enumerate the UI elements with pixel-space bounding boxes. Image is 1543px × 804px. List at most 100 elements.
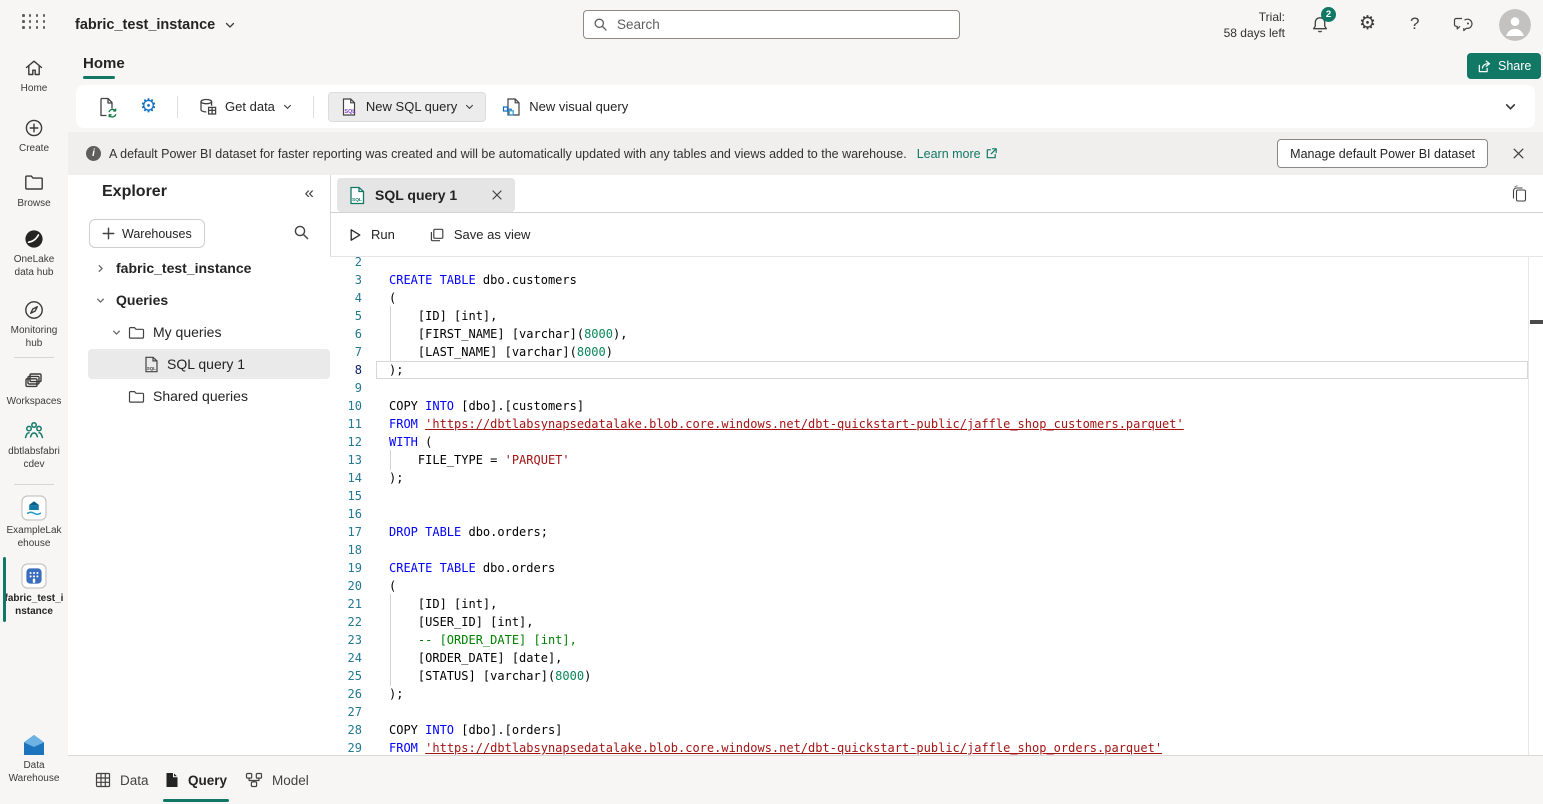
code-line-12[interactable]: 12WITH (	[330, 433, 1543, 451]
chevron-down-icon[interactable]	[92, 295, 108, 306]
code-line-3[interactable]: 3CREATE TABLE dbo.customers	[330, 271, 1543, 289]
query-tab-sql-query-1[interactable]: SQL SQL query 1	[337, 178, 515, 212]
line-number: 2	[330, 257, 375, 269]
code-line-23[interactable]: 23 -- [ORDER_DATE] [int],	[330, 631, 1543, 649]
rail-item-browse[interactable]: Browse	[0, 172, 68, 210]
trial-status[interactable]: Trial: 58 days left	[1195, 9, 1285, 41]
manage-default-dataset-button[interactable]: Manage default Power BI dataset	[1277, 139, 1488, 168]
collapse-panel-icon[interactable]: «	[305, 183, 314, 203]
tree-item-my-queries[interactable]: My queries	[88, 317, 330, 347]
chevron-down-icon[interactable]	[108, 327, 124, 338]
sql-document-icon: SQL	[339, 97, 359, 117]
settings-button[interactable]: ⚙	[134, 93, 163, 120]
code-line-15[interactable]: 15	[330, 487, 1543, 505]
save-as-view-button[interactable]: Save as view	[429, 227, 531, 243]
code-line-13[interactable]: 13 FILE_TYPE = 'PARQUET'	[330, 451, 1543, 469]
query-tab-row: SQL SQL query 1	[330, 175, 1543, 213]
new-sql-query-button[interactable]: SQL New SQL query	[328, 92, 486, 122]
rail-item-workspaces[interactable]: Workspaces	[0, 370, 68, 408]
code-line-11[interactable]: 11FROM 'https://dbtlabsynapsedatalake.bl…	[330, 415, 1543, 433]
code-line-25[interactable]: 25 [STATUS] [varchar](8000)	[330, 667, 1543, 685]
code-line-14[interactable]: 14);	[330, 469, 1543, 487]
line-number: 27	[330, 705, 375, 719]
code-line-21[interactable]: 21 [ID] [int],	[330, 595, 1543, 613]
rail-item-fabric-test-instance[interactable]: fabric_test_instance	[0, 563, 68, 618]
code-line-16[interactable]: 16	[330, 505, 1543, 523]
tree-item-sql-query-1[interactable]: SQLSQL query 1	[88, 349, 330, 379]
line-number: 22	[330, 615, 375, 629]
search-input[interactable]	[615, 16, 950, 33]
feedback-icon[interactable]	[1453, 16, 1475, 34]
code-line-20[interactable]: 20(	[330, 577, 1543, 595]
trial-label: Trial:	[1195, 9, 1285, 25]
code-line-10[interactable]: 10COPY INTO [dbo].[customers]	[330, 397, 1543, 415]
database-icon	[198, 97, 218, 117]
workspace-switcher[interactable]: fabric_test_instance	[75, 0, 236, 50]
code-line-2[interactable]: 2	[330, 257, 1543, 271]
line-number: 28	[330, 723, 375, 737]
run-button[interactable]: Run	[348, 227, 395, 242]
line-number: 12	[330, 435, 375, 449]
overview-ruler-cursor-mark	[1530, 320, 1543, 324]
collapse-ribbon-chevron[interactable]	[1504, 100, 1517, 113]
line-number: 4	[330, 291, 375, 305]
code-line-8[interactable]: 8);	[330, 361, 1543, 379]
banner-message: A default Power BI dataset for faster re…	[109, 147, 907, 161]
copy-icon[interactable]	[1510, 185, 1528, 203]
new-warehouse-button[interactable]: Warehouses	[89, 219, 205, 248]
account-avatar[interactable]	[1499, 9, 1531, 41]
new-item-button[interactable]	[90, 92, 124, 122]
chevron-down-icon	[464, 101, 475, 112]
rail-item-create[interactable]: Create	[0, 117, 68, 155]
line-number: 3	[330, 273, 375, 287]
banner-close-icon[interactable]	[1508, 143, 1529, 164]
code-line-4[interactable]: 4(	[330, 289, 1543, 307]
line-number: 24	[330, 651, 375, 665]
code-line-28[interactable]: 28COPY INTO [dbo].[orders]	[330, 721, 1543, 739]
explorer-search-icon[interactable]	[293, 224, 310, 241]
ribbon-tab-home[interactable]: Home	[83, 55, 125, 72]
toolbar-separator	[177, 96, 178, 118]
rail-item-onelake-data-hub[interactable]: OneLakedata hub	[0, 228, 68, 279]
editor-scrollbar[interactable]	[1528, 257, 1529, 755]
help-button[interactable]: ?	[1410, 14, 1419, 34]
tree-item-fabric-test-instance[interactable]: fabric_test_instance	[88, 253, 330, 283]
view-tab-query[interactable]: Query	[165, 756, 227, 804]
onelake-icon	[0, 228, 68, 250]
chevron-right-icon[interactable]	[92, 263, 108, 274]
tree-item-shared-queries[interactable]: Shared queries	[88, 381, 330, 411]
get-data-button[interactable]: Get data	[192, 93, 299, 121]
rail-item-home[interactable]: Home	[0, 57, 68, 95]
rail-item-examplelakehouse[interactable]: ExampleLakehouse	[0, 495, 68, 550]
sql-code-editor[interactable]: 2 3CREATE TABLE dbo.customers4(5 [ID] [in…	[330, 257, 1543, 755]
line-number: 15	[330, 489, 375, 503]
code-line-6[interactable]: 6 [FIRST_NAME] [varchar](8000),	[330, 325, 1543, 343]
share-button[interactable]: Share	[1467, 53, 1541, 79]
code-line-9[interactable]: 9	[330, 379, 1543, 397]
rail-item-monitoring-hub[interactable]: Monitoringhub	[0, 299, 68, 350]
code-line-27[interactable]: 27	[330, 703, 1543, 721]
rail-item-data-warehouse[interactable]: DataWarehouse	[0, 733, 68, 785]
code-line-17[interactable]: 17DROP TABLE dbo.orders;	[330, 523, 1543, 541]
tree-item-queries[interactable]: Queries	[88, 285, 330, 315]
code-line-18[interactable]: 18	[330, 541, 1543, 559]
code-line-5[interactable]: 5 [ID] [int],	[330, 307, 1543, 325]
rail-divider	[14, 357, 54, 358]
app-launcher-icon[interactable]	[22, 14, 46, 29]
view-tab-model[interactable]: Model	[245, 756, 309, 804]
new-visual-query-button[interactable]: New visual query	[496, 93, 634, 121]
code-line-19[interactable]: 19CREATE TABLE dbo.orders	[330, 559, 1543, 577]
rail-item-dbtlabsfabricdev[interactable]: dbtlabsfabricdev	[0, 420, 68, 471]
code-line-22[interactable]: 22 [USER_ID] [int],	[330, 613, 1543, 631]
view-tab-data[interactable]: Data	[95, 756, 149, 804]
code-line-7[interactable]: 7 [LAST_NAME] [varchar](8000)	[330, 343, 1543, 361]
workspace-people-icon	[0, 420, 68, 442]
explorer-panel: Explorer « Warehouses fabric_test_instan…	[80, 175, 330, 755]
close-tab-icon[interactable]	[491, 189, 503, 201]
line-number: 21	[330, 597, 375, 611]
code-line-29[interactable]: 29FROM 'https://dbtlabsynapsedatalake.bl…	[330, 739, 1543, 755]
code-line-26[interactable]: 26);	[330, 685, 1543, 703]
settings-gear-icon[interactable]: ⚙	[1359, 14, 1376, 33]
learn-more-link[interactable]: Learn more	[917, 147, 998, 161]
code-line-24[interactable]: 24 [ORDER_DATE] [date],	[330, 649, 1543, 667]
